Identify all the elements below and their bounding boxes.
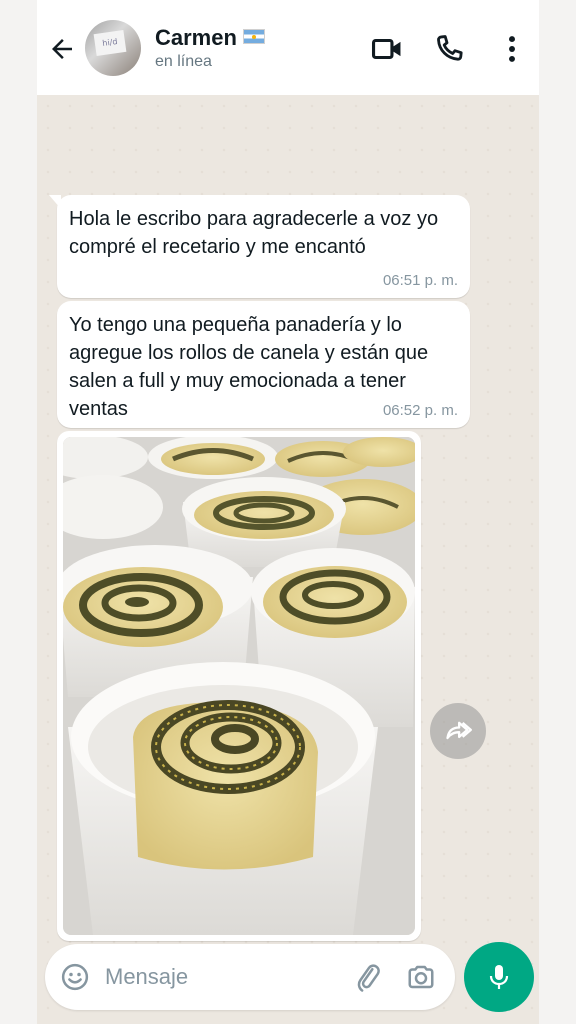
chat-screen: hi/d Carmen en línea Hola le escribo par… — [37, 0, 539, 1024]
attach-icon[interactable] — [353, 962, 383, 992]
video-call-icon[interactable] — [370, 32, 404, 66]
message-bubble[interactable]: Hola le escribo para agradecerle a voz y… — [49, 195, 470, 298]
more-vert-icon[interactable] — [495, 32, 529, 66]
emoji-icon[interactable] — [60, 962, 90, 992]
back-arrow-icon[interactable] — [47, 34, 77, 64]
forward-icon — [446, 721, 472, 740]
chat-header: hi/d Carmen en línea — [37, 0, 539, 95]
message-input[interactable] — [105, 956, 335, 998]
message-time: 06:52 p. m. — [382, 402, 458, 419]
avatar[interactable]: hi/d — [85, 20, 141, 76]
camera-icon[interactable] — [405, 962, 437, 992]
avatar-card: hi/d — [93, 30, 127, 56]
cinnamon-rolls-illustration — [63, 437, 415, 935]
message-bubble[interactable]: Yo tengo una pequeña panadería y lo agre… — [57, 301, 470, 428]
message-time: 06:51 p. m. — [382, 272, 458, 289]
contact-status: en línea — [155, 53, 212, 70]
phone-icon[interactable] — [432, 32, 466, 66]
message-composer — [45, 944, 455, 1010]
voice-record-button[interactable] — [464, 942, 534, 1012]
forward-button[interactable] — [430, 703, 486, 759]
argentina-flag-icon — [242, 29, 265, 44]
contact-name-row[interactable]: Carmen — [155, 25, 265, 51]
cinnamon-rolls-photo[interactable] — [63, 437, 415, 935]
image-message[interactable] — [57, 431, 421, 941]
message-text: Hola le escribo para agradecerle a voz y… — [69, 208, 439, 258]
mic-icon — [489, 965, 509, 989]
contact-name[interactable]: Carmen — [155, 25, 237, 50]
